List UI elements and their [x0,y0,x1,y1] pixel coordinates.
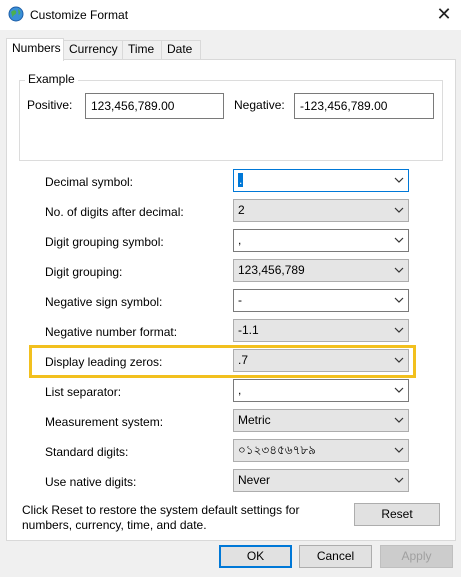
digit-grouping-symbol-combo[interactable]: , [233,229,409,252]
negative-number-format-select[interactable]: -1.1 [233,319,409,342]
tab-currency[interactable]: Currency [63,40,123,59]
chevron-down-icon [394,237,404,243]
chevron-down-icon [394,267,404,273]
list-separator-combo[interactable]: , [233,379,409,402]
measurement-system-select[interactable]: Metric [233,409,409,432]
example-group-label: Example [25,72,78,86]
title-bar: Customize Format ✕ [0,0,461,30]
decimal-symbol-label: Decimal symbol: [45,175,134,189]
negative-sign-symbol-label: Negative sign symbol: [45,295,163,309]
chevron-down-icon [394,327,404,333]
chevron-down-icon [394,387,404,393]
use-native-digits-value: Never [238,473,271,487]
negative-label: Negative: [234,98,285,112]
highlight-box [29,345,416,378]
negative-number-format-label: Negative number format: [45,325,178,339]
chevron-down-icon [394,207,404,213]
reset-note: Click Reset to restore the system defaul… [22,503,300,532]
negative-example-field: -123,456,789.00 [294,93,434,119]
chevron-down-icon [394,417,404,423]
reset-button[interactable]: Reset [354,503,440,526]
standard-digits-select[interactable]: ০১২৩৪৫৬৭৮৯ [233,439,409,462]
decimal-symbol-value: . [238,173,244,187]
close-button[interactable]: ✕ [431,3,457,27]
negative-number-format-value: -1.1 [238,323,259,337]
chevron-down-icon [394,447,404,453]
digit-grouping-symbol-label: Digit grouping symbol: [45,235,164,249]
list-separator-value: , [238,383,242,397]
negative-sign-symbol-combo[interactable]: - [233,289,409,312]
list-separator-label: List separator: [45,385,122,399]
digits-after-decimal-select[interactable]: 2 [233,199,409,222]
use-native-digits-label: Use native digits: [45,475,137,489]
ok-button[interactable]: OK [219,545,292,568]
standard-digits-label: Standard digits: [45,445,129,459]
tab-numbers[interactable]: Numbers [6,38,64,61]
digit-grouping-value: 123,456,789 [238,263,305,277]
positive-example-field: 123,456,789.00 [85,93,224,119]
chevron-down-icon [394,177,404,183]
tab-time[interactable]: Time [122,40,162,59]
globe-icon [8,6,24,22]
digits-after-decimal-value: 2 [238,203,245,217]
digit-grouping-label: Digit grouping: [45,265,123,279]
chevron-down-icon [394,297,404,303]
negative-sign-symbol-value: - [238,293,242,307]
chevron-down-icon [394,477,404,483]
window-title: Customize Format [30,8,129,22]
digit-grouping-symbol-value: , [238,233,242,247]
measurement-system-value: Metric [238,413,271,427]
cancel-button[interactable]: Cancel [299,545,372,568]
decimal-symbol-combo[interactable]: . [233,169,409,192]
tab-date[interactable]: Date [161,40,201,59]
standard-digits-value: ০১২৩৪৫৬৭৮৯ [238,443,316,457]
measurement-system-label: Measurement system: [45,415,164,429]
digit-grouping-select[interactable]: 123,456,789 [233,259,409,282]
positive-label: Positive: [27,98,73,112]
digits-after-decimal-label: No. of digits after decimal: [45,205,184,219]
apply-button[interactable]: Apply [380,545,453,568]
use-native-digits-select[interactable]: Never [233,469,409,492]
